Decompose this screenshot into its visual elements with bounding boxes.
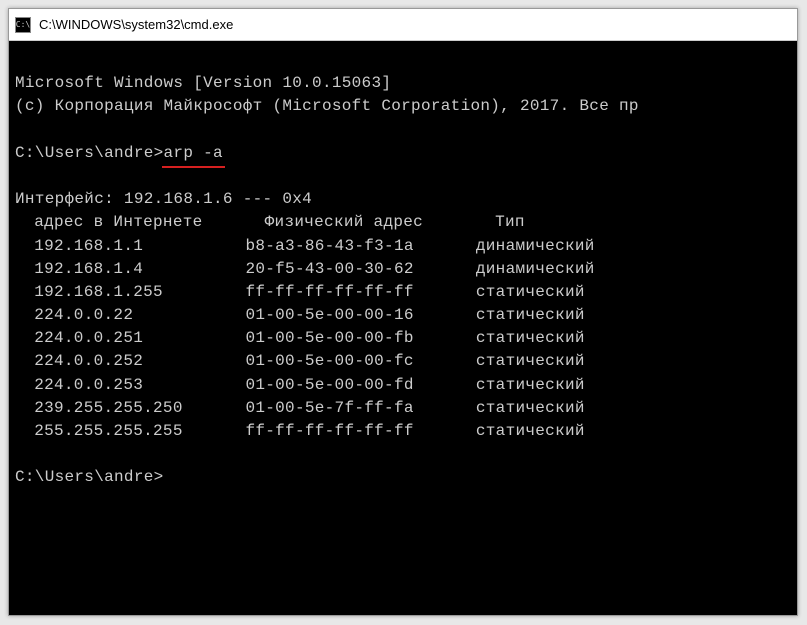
arp-mac: ff-ff-ff-ff-ff-ff: [245, 281, 475, 304]
arp-ip: 255.255.255.255: [15, 420, 245, 443]
arp-mac: 01-00-5e-00-00-fb: [245, 327, 475, 350]
arp-table-row: 255.255.255.255ff-ff-ff-ff-ff-ffстатичес…: [15, 420, 791, 443]
arp-table-row: 192.168.1.1b8-a3-86-43-f3-1aдинамический: [15, 235, 791, 258]
arp-table-header: адрес в ИнтернетеФизический адресТип: [15, 211, 791, 234]
arp-table-row: 192.168.1.420-f5-43-00-30-62динамический: [15, 258, 791, 281]
prompt-path-2: C:\Users\andre>: [15, 468, 164, 486]
arp-table-row: 192.168.1.255ff-ff-ff-ff-ff-ffстатически…: [15, 281, 791, 304]
header-ip: адрес в Интернете: [15, 211, 245, 234]
arp-ip: 192.168.1.4: [15, 258, 245, 281]
arp-ip: 224.0.0.253: [15, 374, 245, 397]
arp-ip: 224.0.0.22: [15, 304, 245, 327]
arp-ip: 224.0.0.251: [15, 327, 245, 350]
arp-table-row: 224.0.0.25301-00-5e-00-00-fdстатический: [15, 374, 791, 397]
arp-type: статический: [476, 397, 791, 420]
arp-mac: 01-00-5e-00-00-16: [245, 304, 475, 327]
cmd-icon: C:\: [15, 17, 31, 33]
arp-table-row: 224.0.0.25201-00-5e-00-00-fcстатический: [15, 350, 791, 373]
arp-mac: b8-a3-86-43-f3-1a: [245, 235, 475, 258]
arp-mac: ff-ff-ff-ff-ff-ff: [245, 420, 475, 443]
banner-line1: Microsoft Windows [Version 10.0.15063]: [15, 74, 391, 92]
arp-ip: 239.255.255.250: [15, 397, 245, 420]
banner-line2: (с) Корпорация Майкрософт (Microsoft Cor…: [15, 97, 639, 115]
header-mac: Физический адрес: [245, 211, 475, 234]
interface-line: Интерфейс: 192.168.1.6 --- 0x4: [15, 190, 312, 208]
window-title: C:\WINDOWS\system32\cmd.exe: [39, 17, 233, 32]
terminal-output[interactable]: Microsoft Windows [Version 10.0.15063] (…: [9, 41, 797, 615]
arp-type: статический: [476, 350, 791, 373]
arp-ip: 192.168.1.1: [15, 235, 245, 258]
arp-table-row: 224.0.0.2201-00-5e-00-00-16статический: [15, 304, 791, 327]
header-type: Тип: [476, 211, 791, 234]
arp-mac: 20-f5-43-00-30-62: [245, 258, 475, 281]
titlebar[interactable]: C:\ C:\WINDOWS\system32\cmd.exe: [9, 9, 797, 41]
arp-type: статический: [476, 420, 791, 443]
entered-command: arp -a: [164, 142, 223, 165]
arp-mac: 01-00-5e-7f-ff-fa: [245, 397, 475, 420]
arp-ip: 192.168.1.255: [15, 281, 245, 304]
arp-table-row: 239.255.255.25001-00-5e-7f-ff-faстатичес…: [15, 397, 791, 420]
arp-ip: 224.0.0.252: [15, 350, 245, 373]
arp-type: статический: [476, 281, 791, 304]
arp-mac: 01-00-5e-00-00-fd: [245, 374, 475, 397]
cmd-window: C:\ C:\WINDOWS\system32\cmd.exe Microsof…: [8, 8, 798, 616]
arp-mac: 01-00-5e-00-00-fc: [245, 350, 475, 373]
arp-table-row: 224.0.0.25101-00-5e-00-00-fbстатический: [15, 327, 791, 350]
arp-type: статический: [476, 327, 791, 350]
arp-type: статический: [476, 304, 791, 327]
arp-type: динамический: [476, 235, 791, 258]
prompt-path: C:\Users\andre>: [15, 144, 164, 162]
arp-type: динамический: [476, 258, 791, 281]
arp-type: статический: [476, 374, 791, 397]
